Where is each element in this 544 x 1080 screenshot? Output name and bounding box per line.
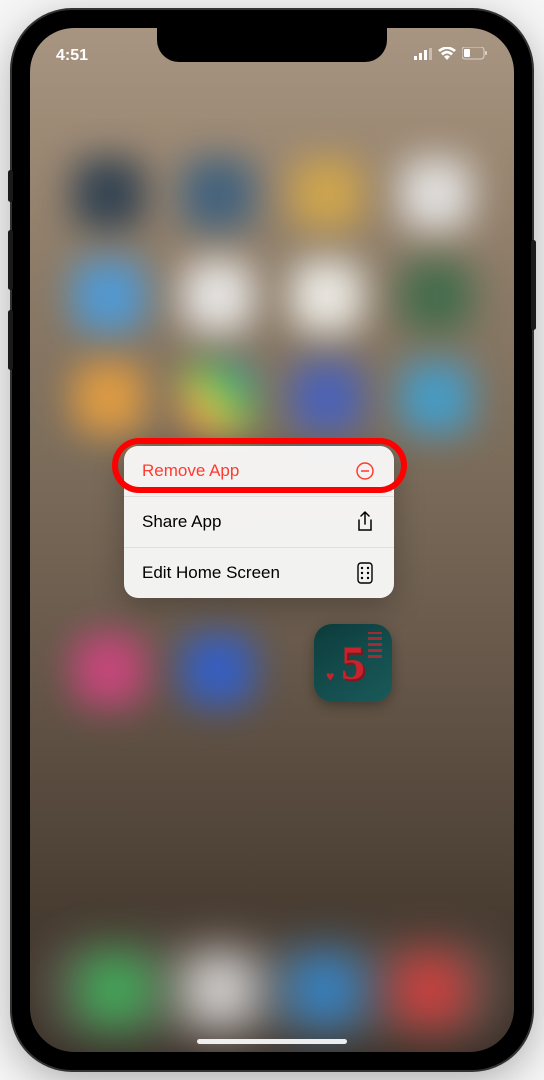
blurred-dock-icon bbox=[79, 954, 151, 1026]
blurred-dock-icon bbox=[184, 954, 256, 1026]
blurred-app-icon bbox=[400, 260, 472, 332]
blurred-app-icon bbox=[400, 362, 472, 434]
ruler-icon bbox=[368, 632, 382, 658]
menu-label: Share App bbox=[142, 512, 221, 532]
status-time: 4:51 bbox=[56, 47, 88, 65]
power-button bbox=[531, 240, 536, 330]
selected-app-icon[interactable]: 5 ♥ bbox=[314, 624, 392, 702]
blurred-app-icon bbox=[291, 158, 363, 230]
blurred-app-icon bbox=[291, 362, 363, 434]
blurred-app-icon bbox=[400, 158, 472, 230]
blurred-app-icon bbox=[73, 260, 145, 332]
blurred-app-icon bbox=[182, 362, 254, 434]
blurred-dock-icon bbox=[289, 954, 361, 1026]
blurred-app-icon bbox=[182, 634, 254, 706]
blurred-app-icon bbox=[73, 158, 145, 230]
share-icon bbox=[354, 511, 376, 533]
status-icons bbox=[414, 47, 488, 65]
blurred-dock-icon bbox=[394, 954, 466, 1026]
remove-app-item[interactable]: Remove App bbox=[124, 446, 394, 497]
volume-down bbox=[8, 310, 13, 370]
icon-row bbox=[30, 634, 514, 706]
cellular-icon bbox=[414, 47, 432, 65]
blurred-app-icon bbox=[73, 634, 145, 706]
dock bbox=[30, 954, 514, 1026]
wifi-icon bbox=[438, 47, 456, 65]
icon-row bbox=[30, 260, 514, 332]
battery-icon bbox=[462, 47, 488, 65]
phone-frame: 4:51 bbox=[12, 10, 532, 1070]
home-indicator[interactable] bbox=[197, 1039, 347, 1044]
blurred-app-icon bbox=[182, 260, 254, 332]
icon-row bbox=[30, 362, 514, 434]
heart-icon: ♥ bbox=[326, 668, 334, 684]
minus-circle-icon bbox=[354, 460, 376, 482]
app-context-menu: Remove App Share App Edit Home Screen bbox=[124, 446, 394, 598]
blurred-app-icon bbox=[291, 260, 363, 332]
edit-home-screen-item[interactable]: Edit Home Screen bbox=[124, 548, 394, 598]
app-number-glyph: 5 bbox=[341, 636, 365, 691]
menu-label: Remove App bbox=[142, 461, 239, 481]
blurred-app-icon bbox=[73, 362, 145, 434]
volume-up bbox=[8, 230, 13, 290]
icon-row bbox=[30, 158, 514, 230]
apps-icon bbox=[354, 562, 376, 584]
blurred-app-icon bbox=[400, 634, 472, 706]
mute-switch bbox=[8, 170, 13, 202]
menu-label: Edit Home Screen bbox=[142, 563, 280, 583]
notch bbox=[157, 28, 387, 62]
screen: 4:51 bbox=[30, 28, 514, 1052]
blurred-app-icon bbox=[182, 158, 254, 230]
share-app-item[interactable]: Share App bbox=[124, 497, 394, 548]
